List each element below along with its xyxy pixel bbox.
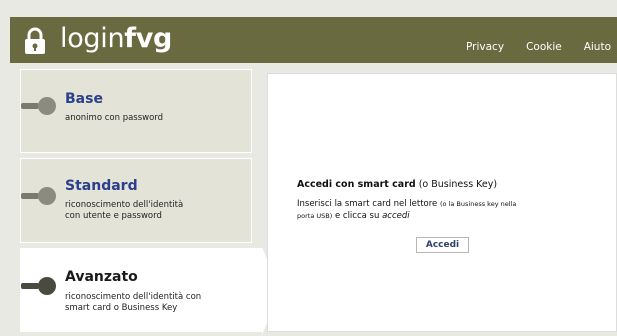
level-standard[interactable]: Standard riconoscimento dell'identità co…: [20, 158, 252, 243]
level-title: Avanzato: [65, 269, 138, 285]
nav-privacy[interactable]: Privacy: [466, 41, 504, 53]
lock-icon: [25, 27, 45, 54]
nav-aiuto[interactable]: Aiuto: [584, 41, 611, 53]
panel-instructions: Inserisci la smart card nel lettore (o l…: [297, 198, 597, 222]
level-description: anonimo con password: [65, 113, 164, 123]
login-panel: Accedi con smart card (o Business Key) I…: [267, 73, 617, 332]
instruction-note: porta USB): [297, 212, 333, 220]
level-avanzato[interactable]: Avanzato riconoscimento dell'identità co…: [20, 248, 262, 332]
security-levels: Base anonimo con password Standard ricon…: [20, 63, 270, 336]
level-description: riconoscimento dell'identità con utente …: [65, 200, 184, 221]
nav-cookie[interactable]: Cookie: [526, 41, 562, 53]
accedi-button[interactable]: Accedi: [416, 237, 469, 253]
level-description: riconoscimento dell'identità con smart c…: [65, 292, 202, 313]
key-lever-icon: [21, 97, 56, 115]
instruction-note: (o la Business key nella: [440, 200, 517, 208]
app-logo[interactable]: loginfvg: [60, 22, 172, 56]
logo-bold: fvg: [124, 23, 173, 54]
panel-title: Accedi con smart card (o Business Key): [297, 179, 497, 190]
level-title: Base: [65, 91, 103, 107]
header: loginfvg Privacy Cookie Aiuto: [0, 0, 617, 63]
instruction-text: Inserisci la smart card nel lettore: [297, 199, 440, 209]
panel-title-rest: (o Business Key): [415, 179, 498, 190]
instruction-italic: accedi: [382, 211, 410, 221]
level-base[interactable]: Base anonimo con password: [20, 69, 252, 153]
instruction-text: e clicca su: [332, 211, 383, 221]
key-lever-icon: [21, 277, 56, 295]
logo-light: login: [60, 23, 125, 54]
key-lever-icon: [21, 187, 56, 205]
top-nav: Privacy Cookie Aiuto: [444, 41, 611, 53]
panel-title-bold: Accedi con smart card: [297, 179, 416, 190]
level-title: Standard: [65, 178, 138, 194]
